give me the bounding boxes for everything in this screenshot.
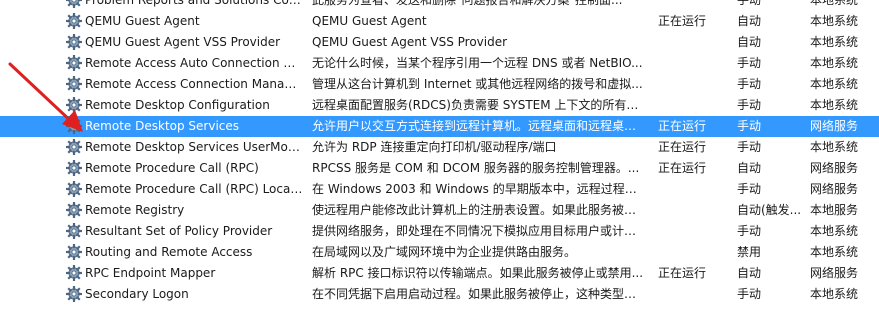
gear-icon — [66, 53, 82, 74]
service-description: RPCSS 服务是 COM 和 DCOM 服务器的服务控制管理器。... — [312, 161, 640, 175]
gear-icon — [66, 11, 82, 32]
service-name: Problem Reports and Solutions Con... — [85, 0, 303, 7]
service-logon-as: 网络服务 — [810, 119, 859, 133]
service-row[interactable]: Routing and Remote Access 在局域网以及广域网环境中为企业… — [0, 242, 879, 263]
service-description: QEMU Guest Agent — [312, 14, 427, 28]
service-name: Remote Desktop Configuration — [85, 98, 270, 112]
service-row[interactable]: QEMU Guest Agent VSS Provider QEMU Guest … — [0, 32, 879, 53]
service-startup-type: 禁用 — [737, 245, 762, 259]
service-row[interactable]: Remote Registry 使远程用户能修改此计算机上的注册表设置。如果此服务… — [0, 200, 879, 221]
service-name: Remote Access Connection Manager — [85, 77, 303, 91]
service-startup-type: 手动 — [737, 140, 762, 154]
service-status: 正在运行 — [658, 119, 707, 133]
service-logon-as: 本地系统 — [810, 35, 859, 49]
gear-icon — [66, 74, 82, 95]
service-row[interactable]: QEMU Guest Agent QEMU Guest Agent 正在运行 自动 本地… — [0, 11, 879, 32]
gear-icon — [66, 242, 82, 263]
service-logon-as: 本地系统 — [810, 56, 859, 70]
service-startup-type: 自动 — [737, 14, 762, 28]
gear-icon — [66, 32, 82, 53]
service-name: Resultant Set of Policy Provider — [85, 224, 273, 238]
service-description: 解析 RPC 接口标识符以传输端点。如果此服务被停止或禁用... — [312, 266, 644, 280]
service-description: 提供网络服务，即处理在不同情况下模拟应用目标用户或计算... — [312, 224, 647, 238]
service-logon-as: 网络服务 — [810, 182, 859, 196]
service-logon-as: 本地系统 — [810, 98, 859, 112]
gear-icon — [66, 137, 82, 158]
service-row[interactable]: Remote Desktop Configuration 远程桌面配置服务(RDC… — [0, 95, 879, 116]
service-status: 正在运行 — [658, 140, 707, 154]
service-logon-as: 本地系统 — [810, 224, 859, 238]
service-name: QEMU Guest Agent VSS Provider — [85, 35, 281, 49]
service-logon-as: 网络服务 — [810, 161, 859, 175]
service-logon-as: 本地系统 — [810, 77, 859, 91]
service-description: 在不同凭据下启用启动过程。如果此服务被停止，这种类型的... — [312, 287, 647, 301]
service-name: RPC Endpoint Mapper — [85, 266, 216, 280]
service-logon-as: 本地系统 — [810, 14, 859, 28]
gear-icon — [66, 263, 82, 284]
service-name: Remote Access Auto Connection M... — [85, 56, 303, 70]
service-startup-type: 手动 — [737, 224, 762, 238]
service-status: 正在运行 — [658, 266, 707, 280]
service-name: Remote Desktop Services — [85, 119, 240, 133]
service-row[interactable]: Secondary Logon 在不同凭据下启用启动过程。如果此服务被停止，这种类… — [0, 284, 879, 305]
service-description: 允许为 RDP 连接重定向打印机/驱动程序/端口 — [312, 140, 557, 154]
service-description: 管理从这台计算机到 Internet 或其他远程网络的拨号和虚拟... — [312, 77, 643, 91]
service-logon-as: 本地系统 — [810, 245, 859, 259]
service-logon-as: 本地系统 — [810, 287, 859, 301]
service-row[interactable]: Remote Desktop Services UserMod... 允许为 RD… — [0, 137, 879, 158]
service-name: Secondary Logon — [85, 287, 189, 301]
gear-icon — [66, 95, 82, 116]
service-startup-type: 手动 — [737, 56, 762, 70]
gear-icon — [66, 221, 82, 242]
service-startup-type: 手动 — [737, 98, 762, 112]
gear-icon — [66, 116, 82, 137]
service-startup-type: 自动 — [737, 161, 762, 175]
service-name: QEMU Guest Agent — [85, 14, 200, 28]
service-name: Remote Procedure Call (RPC) Locator — [85, 182, 303, 196]
service-description: 无论什么时候，当某个程序引用一个远程 DNS 或者 NetBIO... — [312, 56, 643, 70]
service-startup-type: 自动 — [737, 266, 762, 280]
service-status: 正在运行 — [658, 14, 707, 28]
service-row[interactable]: Remote Access Connection Manager 管理从这台计算机… — [0, 74, 879, 95]
gear-icon — [66, 179, 82, 200]
gear-icon — [66, 0, 82, 11]
service-row[interactable]: Remote Desktop Services 允许用户以交互方式连接到远程计算机… — [0, 116, 879, 137]
service-logon-as: 本地系统 — [810, 140, 859, 154]
services-list: Problem Reports and Solutions Con... 此服务为… — [0, 0, 879, 305]
service-startup-type: 自动(触发... — [737, 203, 802, 217]
service-description: 使远程用户能修改此计算机上的注册表设置。如果此服务被终... — [312, 203, 647, 217]
service-name: Remote Desktop Services UserMod... — [85, 140, 303, 154]
service-startup-type: 手动 — [737, 182, 762, 196]
service-name: Routing and Remote Access — [85, 245, 253, 259]
gear-icon — [66, 200, 82, 221]
service-name: Remote Procedure Call (RPC) — [85, 161, 259, 175]
service-row[interactable]: Remote Access Auto Connection M... 无论什么时候… — [0, 53, 879, 74]
service-name: Remote Registry — [85, 203, 185, 217]
service-description: QEMU Guest Agent VSS Provider — [312, 35, 508, 49]
service-row[interactable]: RPC Endpoint Mapper 解析 RPC 接口标识符以传输端点。如果此… — [0, 263, 879, 284]
service-row[interactable]: Problem Reports and Solutions Con... 此服务为… — [0, 0, 879, 11]
gear-icon — [66, 158, 82, 179]
service-startup-type: 手动 — [737, 119, 762, 133]
service-description: 在局域网以及广域网环境中为企业提供路由服务。 — [312, 245, 577, 259]
service-logon-as: 网络服务 — [810, 266, 859, 280]
service-logon-as: 本地系统 — [810, 0, 859, 7]
service-description: 远程桌面配置服务(RDCS)负责需要 SYSTEM 上下文的所有远... — [312, 98, 647, 112]
service-logon-as: 本地服务 — [810, 203, 859, 217]
service-status: 正在运行 — [658, 161, 707, 175]
service-row[interactable]: Remote Procedure Call (RPC) Locator 在 Win… — [0, 179, 879, 200]
service-startup-type: 手动 — [737, 287, 762, 301]
service-description: 此服务为查看、发送和删除"问题报告和解决方案"控制面... — [312, 0, 623, 7]
service-description: 在 Windows 2003 和 Windows 的早期版本中，远程过程调... — [312, 182, 647, 196]
service-row[interactable]: Resultant Set of Policy Provider 提供网络服务，即… — [0, 221, 879, 242]
service-row[interactable]: Remote Procedure Call (RPC) RPCSS 服务是 COM… — [0, 158, 879, 179]
service-description: 允许用户以交互方式连接到远程计算机。远程桌面和远程桌面... — [312, 119, 647, 133]
gear-icon — [66, 284, 82, 305]
service-startup-type: 手动 — [737, 0, 762, 7]
service-startup-type: 自动 — [737, 35, 762, 49]
service-startup-type: 手动 — [737, 77, 762, 91]
